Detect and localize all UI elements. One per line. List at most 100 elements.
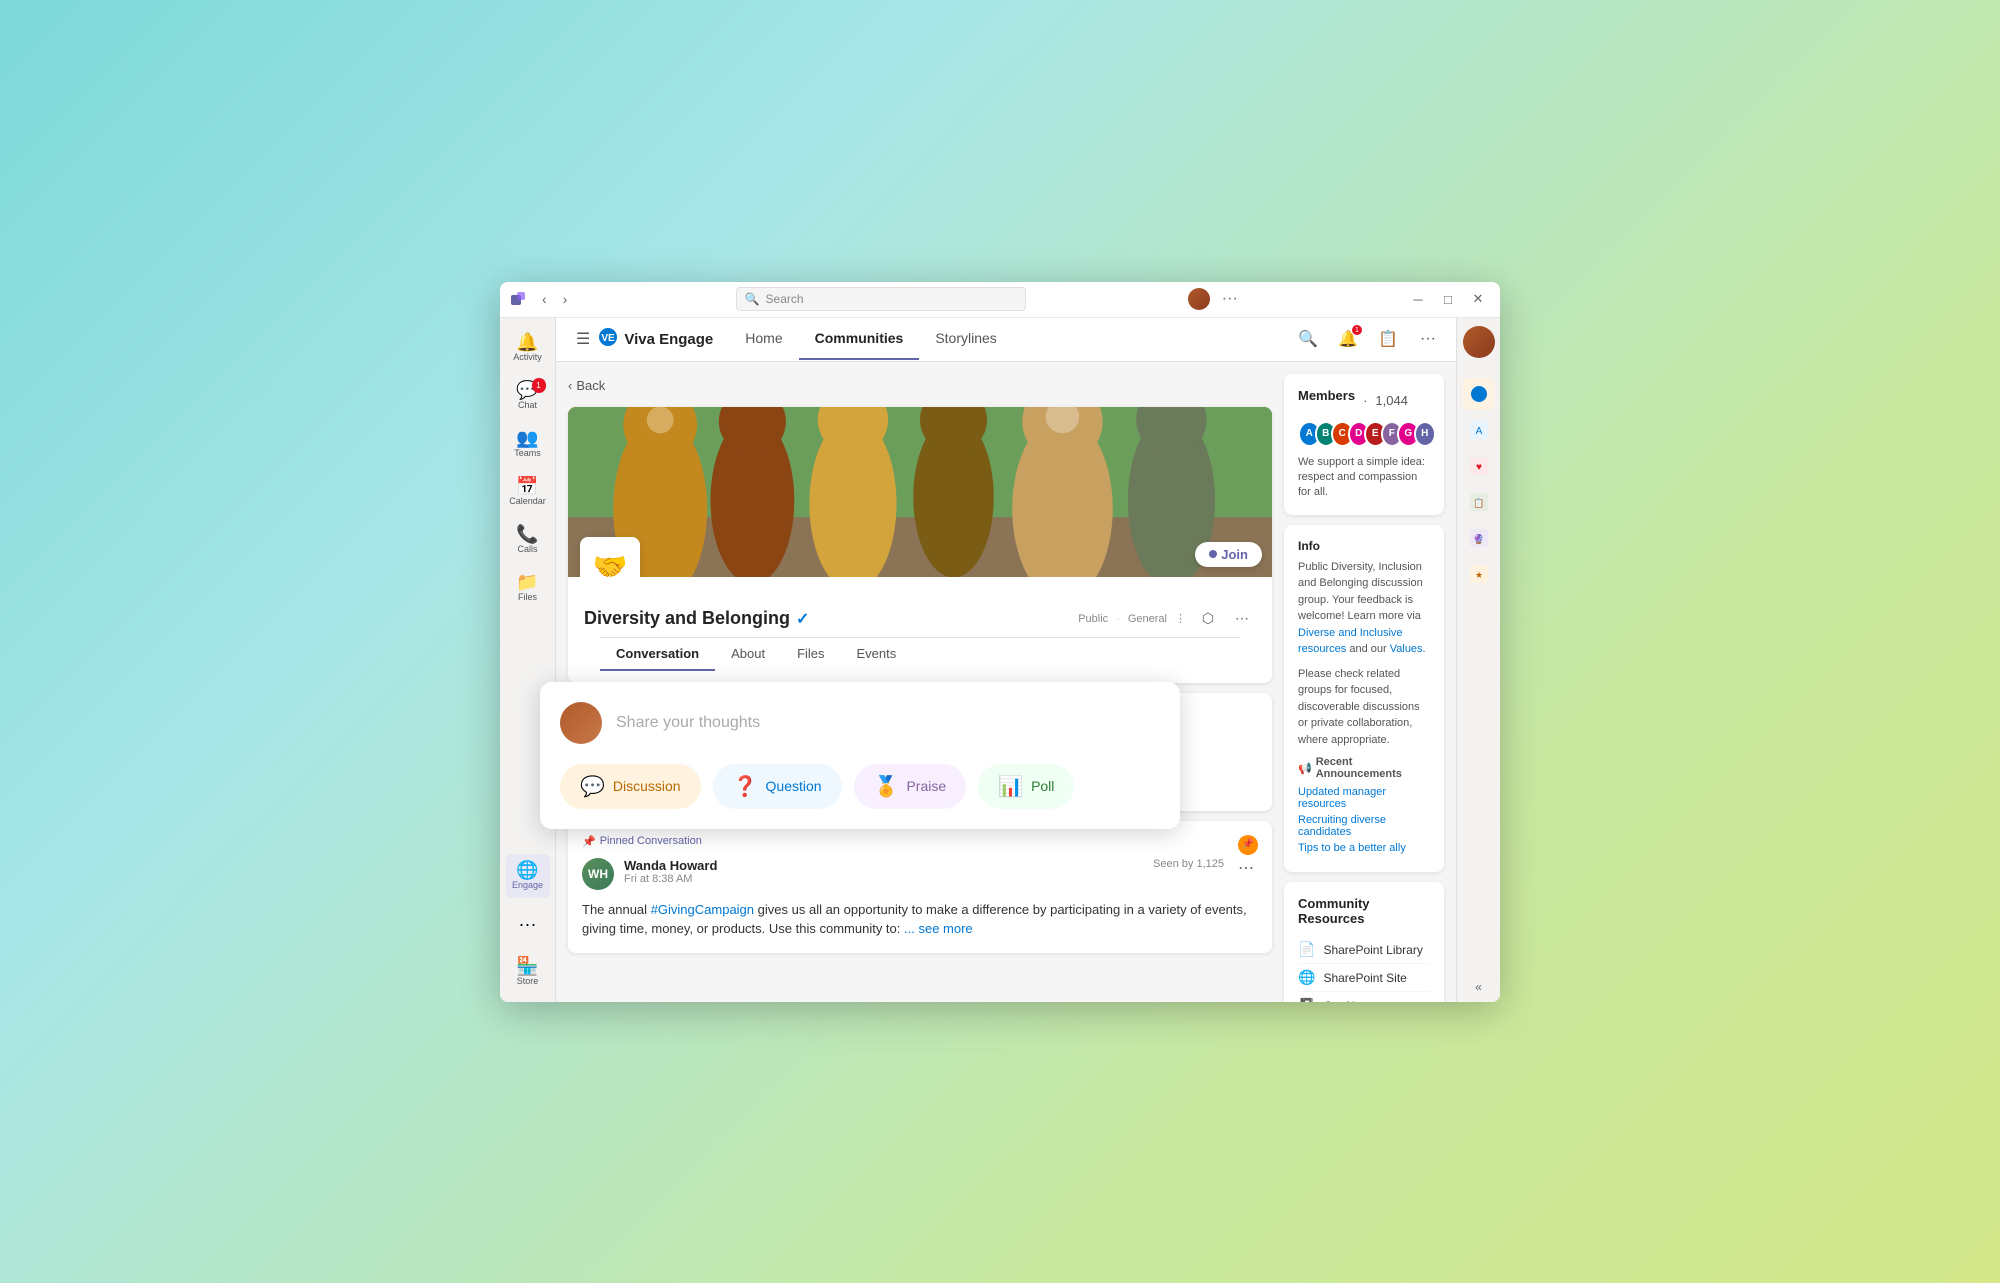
- post-more-button[interactable]: ⋯: [1234, 858, 1258, 878]
- announcements-title: 📢 Recent Announcements: [1298, 756, 1430, 780]
- join-button[interactable]: Join: [1195, 542, 1262, 567]
- chrome-app-1[interactable]: [1463, 378, 1495, 410]
- announcement-link-3[interactable]: Tips to be a better ally: [1298, 842, 1430, 854]
- minimize-button[interactable]: ─: [1404, 287, 1432, 311]
- resource-onenote[interactable]: 📓 OneNote: [1298, 992, 1430, 1001]
- community-info: Diversity and Belonging ✓ Public · Gener…: [568, 577, 1272, 683]
- pinned-label: 📌 Pinned Conversation: [582, 835, 1258, 848]
- calendar-icon: 📅: [516, 477, 538, 495]
- right-panel: Members · 1,044 A B C D E F: [1284, 374, 1444, 1002]
- more-nav-button[interactable]: ···: [1412, 323, 1444, 355]
- community-type: Public: [1078, 613, 1108, 625]
- sidebar-label-teams: Teams: [514, 449, 541, 458]
- teams-icon: [508, 289, 528, 309]
- info-detail: Please check related groups for focused,…: [1298, 666, 1430, 749]
- chrome-user-avatar[interactable]: [1463, 326, 1495, 358]
- members-count: 1,044: [1375, 393, 1408, 408]
- community-meta: Public · General ⋮: [1078, 612, 1186, 625]
- floating-discussion-label: Discussion: [613, 778, 681, 794]
- announcement-link-2[interactable]: Recruiting diverse candidates: [1298, 814, 1430, 838]
- back-nav-button[interactable]: ‹: [536, 289, 553, 309]
- notifications-button[interactable]: 🔔 1: [1332, 323, 1364, 355]
- sidebar-item-chat[interactable]: 1 💬 Chat: [506, 374, 550, 418]
- svg-text:★: ★: [1474, 570, 1482, 580]
- back-chevron-icon: ‹: [568, 378, 572, 393]
- top-nav: ☰ VE Viva Engage Home Communities Storyl…: [556, 318, 1456, 362]
- floating-composer-card: Share your thoughts 💬 Discussion ❓ Quest…: [540, 682, 1180, 829]
- sidebar-label-engage: Engage: [512, 881, 543, 890]
- user-avatar[interactable]: [1188, 288, 1210, 310]
- sidebar-label-calls: Calls: [517, 545, 537, 554]
- chrome-app-4[interactable]: 📋: [1463, 486, 1495, 518]
- nav-link-communities[interactable]: Communities: [799, 318, 920, 360]
- resource-sharepoint-site[interactable]: 🌐 SharePoint Site: [1298, 964, 1430, 992]
- community-title-row: Diversity and Belonging ✓ Public · Gener…: [584, 605, 1256, 633]
- back-button[interactable]: ‹ Back: [568, 374, 605, 397]
- chat-badge: 1: [532, 378, 546, 393]
- community-card: 🤝 Join: [568, 407, 1272, 683]
- sidebar-item-calendar[interactable]: 📅 Calendar: [506, 470, 550, 514]
- hamburger-button[interactable]: ☰: [568, 325, 598, 353]
- floating-poll-button[interactable]: 📊 Poll: [978, 764, 1074, 809]
- announcement-link-1[interactable]: Updated manager resources: [1298, 786, 1430, 810]
- svg-text:📋: 📋: [1473, 497, 1484, 508]
- community-more-button[interactable]: ⋯: [1228, 605, 1256, 633]
- floating-placeholder[interactable]: Share your thoughts: [616, 714, 760, 732]
- search-action-button[interactable]: 🔍: [1292, 323, 1324, 355]
- floating-praise-icon: 🏅: [874, 774, 899, 799]
- tab-about[interactable]: About: [715, 638, 781, 671]
- see-more-link[interactable]: ... see more: [904, 921, 973, 936]
- nav-link-storylines[interactable]: Storylines: [919, 318, 1012, 360]
- group-photo: [568, 407, 1272, 577]
- post-content: The annual #GivingCampaign gives us all …: [582, 900, 1258, 939]
- chrome-app-6[interactable]: ★: [1463, 558, 1495, 590]
- store-icon: 🏪: [516, 957, 538, 975]
- svg-text:🔮: 🔮: [1473, 533, 1484, 544]
- chrome-app-2[interactable]: A: [1463, 414, 1495, 446]
- sidebar-item-engage[interactable]: 🌐 Engage: [506, 854, 550, 898]
- sidebar-item-calls[interactable]: 📞 Calls: [506, 518, 550, 562]
- search-bar[interactable]: 🔍 Search: [736, 287, 1026, 311]
- sidebar-item-teams[interactable]: 👥 Teams: [506, 422, 550, 466]
- floating-question-label: Question: [766, 778, 822, 794]
- sidebar-item-store[interactable]: 🏪 Store: [506, 950, 550, 994]
- collapse-sidebar-button[interactable]: «: [1475, 980, 1482, 994]
- titlebar: ‹ › 🔍 Search ··· ─ □ ✕: [500, 282, 1500, 318]
- pinned-post: 📌 📌 Pinned Conversation WH Wanda Howard …: [568, 821, 1272, 953]
- info-body-text: Public Diversity, Inclusion and Belongin…: [1298, 561, 1423, 623]
- app-logo-text: Viva Engage: [624, 331, 713, 348]
- member-avatars: A B C D E F G H: [1298, 421, 1430, 447]
- tab-events[interactable]: Events: [841, 638, 913, 671]
- giving-campaign-link[interactable]: #GivingCampaign: [651, 902, 754, 917]
- floating-praise-button[interactable]: 🏅 Praise: [854, 764, 967, 809]
- meta-separator: ·: [1116, 613, 1120, 625]
- nav-link-home[interactable]: Home: [729, 318, 798, 360]
- post-header: WH Wanda Howard Fri at 8:38 AM Seen by 1…: [582, 858, 1258, 890]
- sidebar-item-files[interactable]: 📁 Files: [506, 566, 550, 610]
- activity-feed-button[interactable]: 📋: [1372, 323, 1404, 355]
- tab-files[interactable]: Files: [781, 638, 840, 671]
- forward-nav-button[interactable]: ›: [557, 289, 574, 309]
- values-link[interactable]: Values.: [1390, 643, 1426, 655]
- sidebar-item-more[interactable]: ···: [506, 902, 550, 946]
- resource-label-3: OneNote: [1323, 999, 1371, 1002]
- close-button[interactable]: ✕: [1464, 287, 1492, 311]
- app-window: ‹ › 🔍 Search ··· ─ □ ✕ 🔔 Activity 1 💬 Ch…: [500, 282, 1500, 1002]
- tab-conversation[interactable]: Conversation: [600, 638, 715, 671]
- members-card: Members · 1,044 A B C D E F: [1284, 374, 1444, 515]
- maximize-button[interactable]: □: [1434, 287, 1462, 311]
- chrome-app-5[interactable]: 🔮: [1463, 522, 1495, 554]
- community-actions: ⬡ ⋯: [1194, 605, 1256, 633]
- members-row: Members · 1,044: [1298, 388, 1430, 413]
- announcements-title-text: Recent Announcements: [1316, 756, 1430, 780]
- sidebar-item-activity[interactable]: 🔔 Activity: [506, 326, 550, 370]
- share-button[interactable]: ⬡: [1194, 605, 1222, 633]
- resource-sharepoint-library[interactable]: 📄 SharePoint Library: [1298, 936, 1430, 964]
- more-options[interactable]: ···: [1218, 290, 1242, 308]
- sidebar-label-activity: Activity: [513, 353, 542, 362]
- floating-discussion-button[interactable]: 💬 Discussion: [560, 764, 701, 809]
- floating-question-button[interactable]: ❓ Question: [713, 764, 842, 809]
- chrome-app-3[interactable]: ♥: [1463, 450, 1495, 482]
- join-dot: [1209, 550, 1217, 558]
- community-resources-card: Community Resources 📄 SharePoint Library…: [1284, 882, 1444, 1001]
